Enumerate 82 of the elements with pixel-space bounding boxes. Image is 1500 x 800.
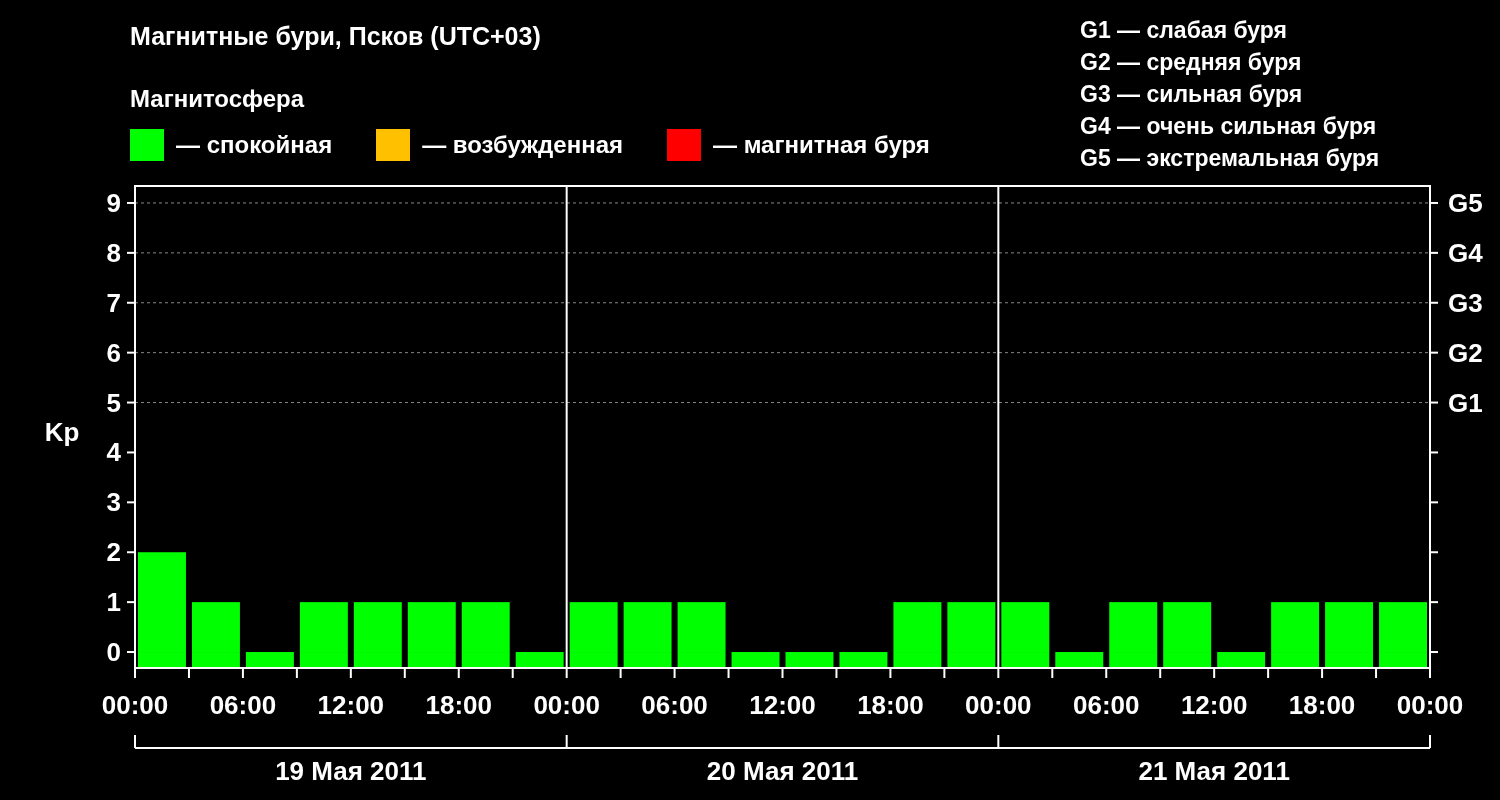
bar-base-segment	[1109, 652, 1158, 668]
kp-bar	[677, 602, 726, 653]
storm-scale-label: G4 — очень сильная буря	[1080, 112, 1378, 141]
storm-level-label: G2	[1448, 337, 1483, 368]
legend-label: — возбужденная	[422, 131, 623, 159]
x-tick-label: 12:00	[317, 690, 385, 720]
x-tick-label: 18:00	[425, 690, 492, 720]
storm-scale-label: G3 — сильная буря	[1080, 80, 1304, 109]
bar-base-segment	[1325, 652, 1374, 668]
bar-base-segment	[299, 652, 348, 668]
x-tick-label: 18:00	[1288, 690, 1356, 720]
y-tick-label: 9	[106, 187, 121, 218]
kp-bar	[893, 602, 942, 653]
bar-base-segment	[407, 652, 456, 668]
bar-base-segment	[245, 652, 294, 668]
y-tick-label: 2	[106, 537, 121, 568]
y-tick-label: 7	[106, 287, 121, 318]
bar-base-segment	[623, 652, 672, 668]
y-tick-label: 5	[106, 387, 121, 418]
x-tick-label: 12:00	[749, 690, 816, 720]
chart-title: Магнитные бури, Псков (UTC+03)	[130, 22, 541, 51]
x-tick-label: 06:00	[641, 690, 708, 720]
bar-base-segment	[191, 652, 240, 668]
bar-base-segment	[138, 652, 186, 668]
legend-title: Магнитосфера	[130, 85, 305, 113]
kp-bar	[353, 602, 402, 653]
bar-base-segment	[1001, 652, 1050, 668]
kp-bar	[407, 602, 456, 653]
bar-base-segment	[677, 652, 726, 668]
x-tick-label: 12:00	[1180, 690, 1248, 720]
storm-level-label: G4	[1448, 237, 1483, 268]
x-tick-label: 18:00	[857, 690, 924, 720]
kp-bar	[1325, 602, 1374, 653]
x-tick-label: 00:00	[101, 690, 169, 720]
bar-base-segment	[1163, 652, 1212, 668]
bar-base-segment	[839, 652, 888, 668]
day-label: 20 Мая 2011	[706, 756, 859, 786]
kp-bar	[461, 602, 510, 653]
bar-base-segment	[1271, 652, 1320, 668]
kp-bar	[1163, 602, 1212, 653]
bar-base-segment	[1217, 652, 1266, 668]
kp-bar	[947, 602, 996, 653]
kp-bar	[1379, 602, 1427, 653]
kp-bar	[623, 602, 672, 653]
bar-base-segment	[461, 652, 510, 668]
legend-label: — спокойная	[176, 131, 333, 159]
x-tick-label: 00:00	[965, 690, 1032, 720]
bar-base-segment	[515, 652, 564, 668]
storm-scale-label: G2 — средняя буря	[1080, 48, 1303, 77]
storm-scale-label: G1 — слабая буря	[1080, 16, 1289, 45]
bar-base-segment	[785, 652, 834, 668]
day-label: 21 Мая 2011	[1138, 756, 1290, 786]
y-tick-label: 6	[106, 337, 121, 368]
kp-bar	[569, 602, 618, 653]
bar-base-segment	[353, 652, 402, 668]
y-tick-label: 3	[106, 487, 121, 518]
storm-level-label: G5	[1448, 187, 1483, 218]
x-tick-label: 06:00	[1073, 690, 1140, 720]
x-tick-label: 06:00	[209, 690, 277, 720]
kp-bar	[191, 602, 240, 653]
legend-label: — магнитная буря	[713, 131, 930, 159]
y-axis-label: Kp	[44, 417, 80, 448]
storm-level-label: G3	[1448, 287, 1483, 318]
x-tick-label: 00:00	[533, 690, 600, 720]
y-tick-label: 1	[106, 587, 121, 618]
y-tick-label: 4	[106, 437, 121, 468]
bar-base-segment	[1055, 652, 1104, 668]
y-tick-label: 0	[106, 637, 121, 668]
kp-bar	[1109, 602, 1158, 653]
bar-base-segment	[569, 652, 618, 668]
storm-level-label: G1	[1448, 387, 1483, 418]
bar-base-segment	[731, 652, 780, 668]
day-label: 19 Мая 2011	[275, 756, 427, 786]
kp-bar	[1001, 602, 1050, 653]
bar-base-segment	[947, 652, 996, 668]
kp-bar	[299, 602, 348, 653]
kp-bar	[1271, 602, 1320, 653]
storm-scale-label: G5 — экстремальная буря	[1080, 144, 1381, 173]
bar-base-segment	[1379, 652, 1427, 668]
y-tick-label: 8	[106, 237, 121, 268]
x-tick-label: 00:00	[1396, 690, 1464, 720]
bar-base-segment	[893, 652, 942, 668]
